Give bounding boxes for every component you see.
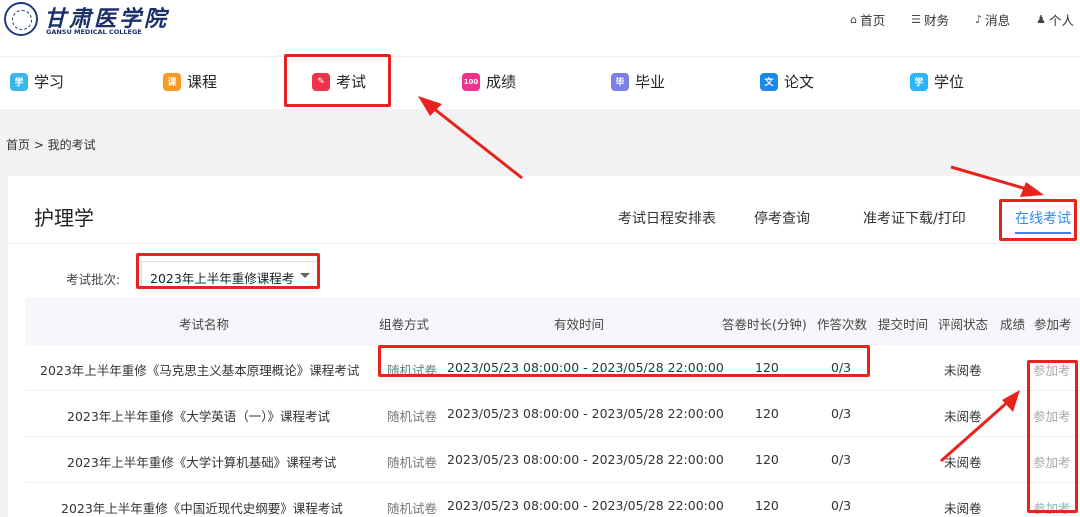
column-header: 有效时间 — [554, 317, 605, 332]
top-link-profile[interactable]: ♟ 个人 — [1036, 10, 1074, 29]
nav-item-degree[interactable]: 学 学位 — [910, 71, 964, 92]
exam-attempts: 0/3 — [831, 452, 852, 467]
nav-item-label: 学位 — [934, 73, 965, 91]
top-link-label: 消息 — [985, 13, 1011, 28]
divider — [8, 243, 1080, 244]
study-icon: 学 — [10, 72, 28, 91]
college-seal-icon — [4, 2, 38, 36]
nav-item-label: 课程 — [187, 73, 218, 91]
tab-admission-ticket[interactable]: 准考证下载/打印 — [863, 208, 966, 228]
bell-icon: ♪ — [975, 13, 983, 26]
finance-icon: ☰ — [911, 13, 922, 26]
exam-duration: 120 — [755, 452, 779, 467]
annotation-box-exam-nav — [284, 54, 391, 107]
exam-review-status: 未阅卷 — [944, 363, 982, 378]
nav-item-graduation[interactable]: 毕 毕业 — [611, 71, 665, 92]
exam-valid-time: 2023/05/23 08:00:00 - 2023/05/28 22:00:0… — [447, 406, 724, 421]
column-header: 作答次数 — [817, 317, 868, 332]
exam-valid-time: 2023/05/23 08:00:00 - 2023/05/28 22:00:0… — [447, 452, 724, 467]
tab-exam-schedule[interactable]: 考试日程安排表 — [618, 208, 716, 228]
exam-batch-label: 考试批次: — [66, 272, 121, 287]
graduate-icon: 毕 — [611, 72, 629, 91]
nav-item-label: 论文 — [784, 73, 815, 91]
exam-method: 随机试卷 — [387, 455, 438, 470]
score-icon: 100 — [462, 72, 480, 91]
home-icon: ⌂ — [850, 13, 858, 26]
column-header: 考试名称 — [179, 317, 230, 332]
nav-item-thesis[interactable]: 文 论文 — [760, 71, 814, 92]
column-header: 成绩 — [1000, 317, 1026, 332]
table-row: 2023年上半年重修《大学英语（一）》课程考试 随机试卷 2023/05/23 … — [25, 391, 1080, 437]
top-link-label: 个人 — [1048, 13, 1074, 28]
degree-icon: 学 — [910, 72, 928, 91]
top-link-finance[interactable]: ☰ 财务 — [911, 10, 949, 29]
top-link-label: 首页 — [860, 13, 886, 28]
table-row: 2023年上半年重修《大学计算机基础》课程考试 随机试卷 2023/05/23 … — [25, 437, 1080, 483]
exam-name: 2023年上半年重修《马克思主义基本原理概论》课程考试 — [40, 363, 360, 378]
exam-review-status: 未阅卷 — [944, 501, 982, 516]
column-header: 参加考 — [1034, 317, 1072, 332]
column-header: 评阅状态 — [938, 317, 989, 332]
page-title: 护理学 — [34, 206, 94, 230]
column-header: 组卷方式 — [379, 317, 430, 332]
top-link-messages[interactable]: ♪ 消息 — [975, 10, 1010, 29]
nav-item-label: 成绩 — [486, 73, 517, 91]
annotation-box-online-exam-tab — [999, 199, 1077, 241]
table-row: 2023年上半年重修《中国近现代史纲要》课程考试 随机试卷 2023/05/23… — [25, 483, 1080, 517]
tab-exam-suspension[interactable]: 停考查询 — [754, 208, 810, 228]
exam-valid-time: 2023/05/23 08:00:00 - 2023/05/28 22:00:0… — [447, 498, 724, 513]
exam-name: 2023年上半年重修《中国近现代史纲要》课程考试 — [61, 501, 343, 516]
exam-duration: 120 — [755, 498, 779, 513]
top-link-label: 财务 — [924, 13, 950, 28]
exam-attempts: 0/3 — [831, 498, 852, 513]
thesis-icon: 文 — [760, 72, 778, 91]
column-header: 答卷时长(分钟) — [722, 317, 807, 332]
annotation-box-join-buttons — [1027, 360, 1078, 513]
nav-item-course[interactable]: 课 课程 — [163, 71, 217, 92]
nav-item-score[interactable]: 100 成绩 — [462, 71, 516, 92]
college-logo[interactable]: 甘肃医学院 GANSU MEDICAL COLLEGE — [4, 2, 166, 42]
exam-name: 2023年上半年重修《大学计算机基础》课程考试 — [67, 455, 337, 470]
course-icon: 课 — [163, 72, 181, 91]
exam-duration: 120 — [755, 406, 779, 421]
nav-item-label: 毕业 — [635, 73, 666, 91]
top-links: ⌂ 首页 ☰ 财务 ♪ 消息 ♟ 个人 — [850, 10, 1074, 29]
column-header: 提交时间 — [878, 317, 929, 332]
exam-name: 2023年上半年重修《大学英语（一）》课程考试 — [67, 409, 331, 424]
nav-item-study[interactable]: 学 学习 — [10, 71, 64, 92]
top-header: 甘肃医学院 GANSU MEDICAL COLLEGE ⌂ 首页 ☰ 财务 ♪ … — [0, 0, 1080, 56]
top-link-home[interactable]: ⌂ 首页 — [850, 10, 885, 29]
annotation-box-exam-batch — [136, 253, 320, 289]
exam-review-status: 未阅卷 — [944, 455, 982, 470]
exam-attempts: 0/3 — [831, 406, 852, 421]
exam-method: 随机试卷 — [387, 501, 438, 516]
nav-item-label: 学习 — [34, 73, 65, 91]
logo-english-name: GANSU MEDICAL COLLEGE — [46, 28, 142, 36]
user-icon: ♟ — [1036, 13, 1046, 26]
annotation-box-first-row — [378, 345, 870, 377]
breadcrumb: 首页 > 我的考试 — [6, 138, 96, 152]
main-nav: 学 学习 课 课程 ✎ 考试 100 成绩 毕 毕业 文 论文 学 学位 — [0, 56, 1080, 109]
table-header: 考试名称 组卷方式 有效时间 答卷时长(分钟) 作答次数 提交时间 评阅状态 成… — [25, 297, 1080, 345]
exam-method: 随机试卷 — [387, 409, 438, 424]
arrow-line — [427, 102, 523, 180]
exam-review-status: 未阅卷 — [944, 409, 982, 424]
page: 甘肃医学院 GANSU MEDICAL COLLEGE ⌂ 首页 ☰ 财务 ♪ … — [0, 0, 1080, 517]
